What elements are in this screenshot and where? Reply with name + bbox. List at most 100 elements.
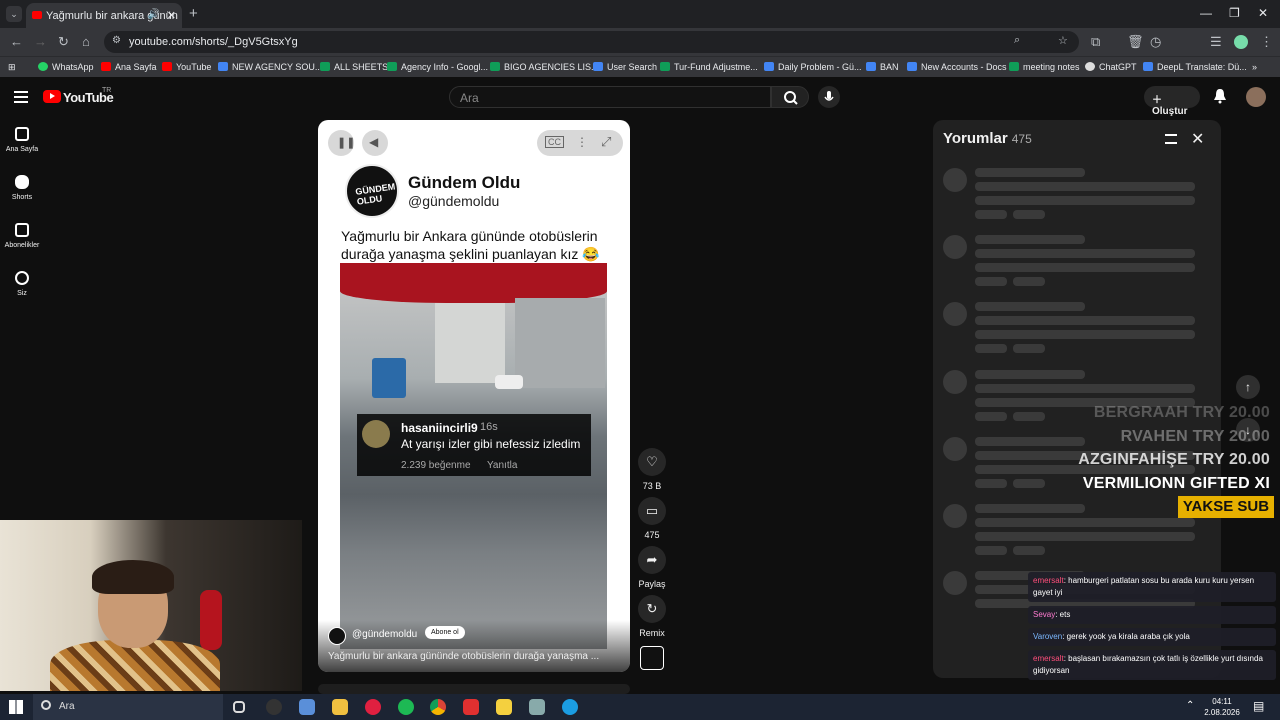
- chat-text: : gerek yook ya kirala araba çık yola: [1062, 632, 1190, 641]
- sidebar-item-shorts[interactable]: Shorts: [0, 175, 44, 201]
- bookmark-item[interactable]: Agency Info - Googl...: [387, 62, 488, 72]
- notifications-icon[interactable]: ▤: [1253, 699, 1264, 713]
- extensions-icon[interactable]: ⧉: [1091, 34, 1100, 50]
- site-info-icon[interactable]: ⚙: [112, 35, 121, 46]
- back-icon[interactable]: ←: [10, 34, 23, 49]
- close-tab-icon[interactable]: ✕: [167, 9, 176, 22]
- comment-skeleton: [943, 504, 1195, 560]
- sort-icon[interactable]: [1165, 134, 1177, 144]
- captions-icon[interactable]: CC: [545, 136, 564, 148]
- search-input[interactable]: Ara: [449, 86, 771, 108]
- app-icon[interactable]: [463, 699, 479, 715]
- windows-start-icon[interactable]: [9, 700, 23, 714]
- reload-icon[interactable]: ↻: [58, 34, 69, 50]
- pinned-comment-overlay: hasaniincirli9 16s At yarışı izler gibi …: [357, 414, 591, 476]
- sidebar-item-you[interactable]: Siz: [0, 271, 44, 297]
- donor-line: BERGRAAH TRY 20.00: [1093, 404, 1270, 421]
- new-tab-button[interactable]: +: [189, 5, 198, 22]
- restore-icon[interactable]: ❐: [1229, 6, 1240, 20]
- bookmark-item[interactable]: WhatsApp: [38, 62, 94, 72]
- comment-skeleton: [943, 235, 1195, 291]
- search-button[interactable]: [771, 86, 809, 108]
- volume-button[interactable]: ◀: [362, 130, 388, 156]
- more-options-icon[interactable]: ⋮: [576, 135, 588, 149]
- address-bar[interactable]: ⚙ youtube.com/shorts/_DgV5GtsxYg ⌕ ☆: [104, 31, 1079, 53]
- bookmark-item[interactable]: ALL SHEETS: [320, 62, 388, 72]
- bookmark-star-icon[interactable]: ☆: [1058, 34, 1068, 47]
- pause-button[interactable]: ❚❚: [328, 130, 355, 156]
- bookmark-item[interactable]: Tur-Fund Adjustme...: [660, 62, 758, 72]
- comments-button[interactable]: ▭ 475: [637, 497, 667, 540]
- chevron-up-icon[interactable]: ⌃: [1186, 700, 1194, 711]
- bookmark-item[interactable]: Ana Sayfa: [101, 62, 157, 72]
- tab-search-button[interactable]: ⌄: [6, 6, 22, 22]
- spotify-icon[interactable]: [398, 699, 414, 715]
- menu-icon[interactable]: [14, 91, 28, 103]
- remix-button[interactable]: ↻ Remix: [637, 595, 667, 638]
- menu-dots-icon[interactable]: ⋮: [1260, 34, 1273, 50]
- forward-icon[interactable]: →: [34, 34, 47, 49]
- chat-message: emersalt: hamburgeri patlatan sosu bu ar…: [1028, 572, 1276, 602]
- notifications-bell-icon[interactable]: [1213, 88, 1227, 104]
- bookmark-item[interactable]: meeting notes: [1009, 62, 1080, 72]
- edge-icon[interactable]: [562, 699, 578, 715]
- trash-icon[interactable]: 🗑: [1127, 34, 1144, 50]
- bookmark-item[interactable]: BIGO AGENCIES LIS...: [490, 62, 599, 72]
- sound-source-avatar[interactable]: [640, 646, 664, 670]
- fullscreen-icon[interactable]: ⤢: [601, 134, 611, 150]
- task-view-icon[interactable]: [233, 701, 245, 713]
- share-button[interactable]: ➦ Paylaş: [637, 546, 667, 589]
- taskbar-search[interactable]: Ara: [33, 694, 223, 720]
- subscribe-button[interactable]: Abone ol: [425, 626, 465, 639]
- active-tab[interactable]: Yağmurlu bir ankara günün 🔊 ✕: [26, 3, 182, 28]
- short-video-player[interactable]: ❚❚ ◀ CC ⋮ ⤢ GÜNDEM OLDU Gündem Oldu @gün…: [318, 120, 630, 672]
- file-explorer-icon[interactable]: [332, 699, 348, 715]
- profile-icon[interactable]: [1234, 35, 1248, 49]
- zoom-icon[interactable]: ⌕: [1014, 34, 1020, 47]
- create-button[interactable]: ＋ Oluştur: [1144, 86, 1200, 117]
- footer-channel-handle[interactable]: @gündemoldu: [352, 629, 417, 640]
- apps-icon[interactable]: ⊞: [8, 62, 16, 73]
- sidebar-item-home[interactable]: Ana Sayfa: [0, 127, 44, 153]
- bookmark-item[interactable]: ChatGPT: [1085, 62, 1137, 72]
- sidebar-item-subscriptions[interactable]: Abonelikler: [0, 223, 44, 249]
- bookmark-item[interactable]: BAN: [866, 62, 899, 72]
- chrome-icon[interactable]: [430, 699, 446, 715]
- commenter-avatar: [362, 420, 390, 448]
- bookmark-item[interactable]: NEW AGENCY SOU...: [218, 62, 322, 72]
- media-app-icon[interactable]: [365, 699, 381, 715]
- account-avatar[interactable]: [1246, 87, 1266, 107]
- microphone-icon: [824, 91, 834, 101]
- obs-icon[interactable]: [266, 699, 282, 715]
- minimize-icon[interactable]: —: [1200, 6, 1212, 20]
- browser-toolbar: ← → ↻ ⌂ ⚙ youtube.com/shorts/_DgV5GtsxYg…: [0, 28, 1280, 56]
- history-icon[interactable]: ◷: [1150, 34, 1161, 50]
- building: [435, 303, 505, 383]
- system-clock[interactable]: 04:11 2.08.2026: [1204, 696, 1240, 718]
- app-icon[interactable]: [299, 699, 315, 715]
- bookmark-item[interactable]: User Search: [593, 62, 657, 72]
- close-window-icon[interactable]: ✕: [1258, 6, 1268, 20]
- search-icon: [784, 91, 798, 105]
- speaker-icon[interactable]: 🔊: [148, 9, 160, 20]
- reading-list-icon[interactable]: ☰: [1210, 34, 1222, 50]
- footer-channel-avatar[interactable]: [328, 627, 346, 645]
- bookmark-item[interactable]: Daily Problem - Gü...: [764, 62, 862, 72]
- bookmark-item[interactable]: DeepL Translate: Dü...: [1143, 62, 1247, 72]
- windows-taskbar: Ara ⌃ 04:11 2.08.2026 ▤: [0, 694, 1280, 720]
- gundem-logo: GÜNDEM OLDU: [345, 164, 399, 218]
- bookmark-item[interactable]: YouTube: [162, 62, 211, 72]
- voice-search-button[interactable]: [818, 86, 840, 108]
- like-button[interactable]: ♡ 73 B: [637, 448, 667, 491]
- bookmark-item[interactable]: New Accounts - Docs: [907, 62, 1007, 72]
- more-bookmarks-icon[interactable]: »: [1252, 62, 1257, 72]
- footer-video-title[interactable]: Yağmurlu bir ankara gününde otobüslerin …: [328, 651, 599, 662]
- home-icon[interactable]: ⌂: [82, 34, 90, 49]
- next-short-preview[interactable]: [318, 684, 630, 694]
- sticky-notes-icon[interactable]: [496, 699, 512, 715]
- youtube-logo-icon[interactable]: [43, 90, 61, 103]
- close-comments-icon[interactable]: ✕: [1191, 129, 1204, 149]
- chat-message: Varoven: gerek yook ya kirala araba çık …: [1028, 628, 1276, 646]
- previous-short-button[interactable]: ↑: [1236, 375, 1260, 399]
- app-icon[interactable]: [529, 699, 545, 715]
